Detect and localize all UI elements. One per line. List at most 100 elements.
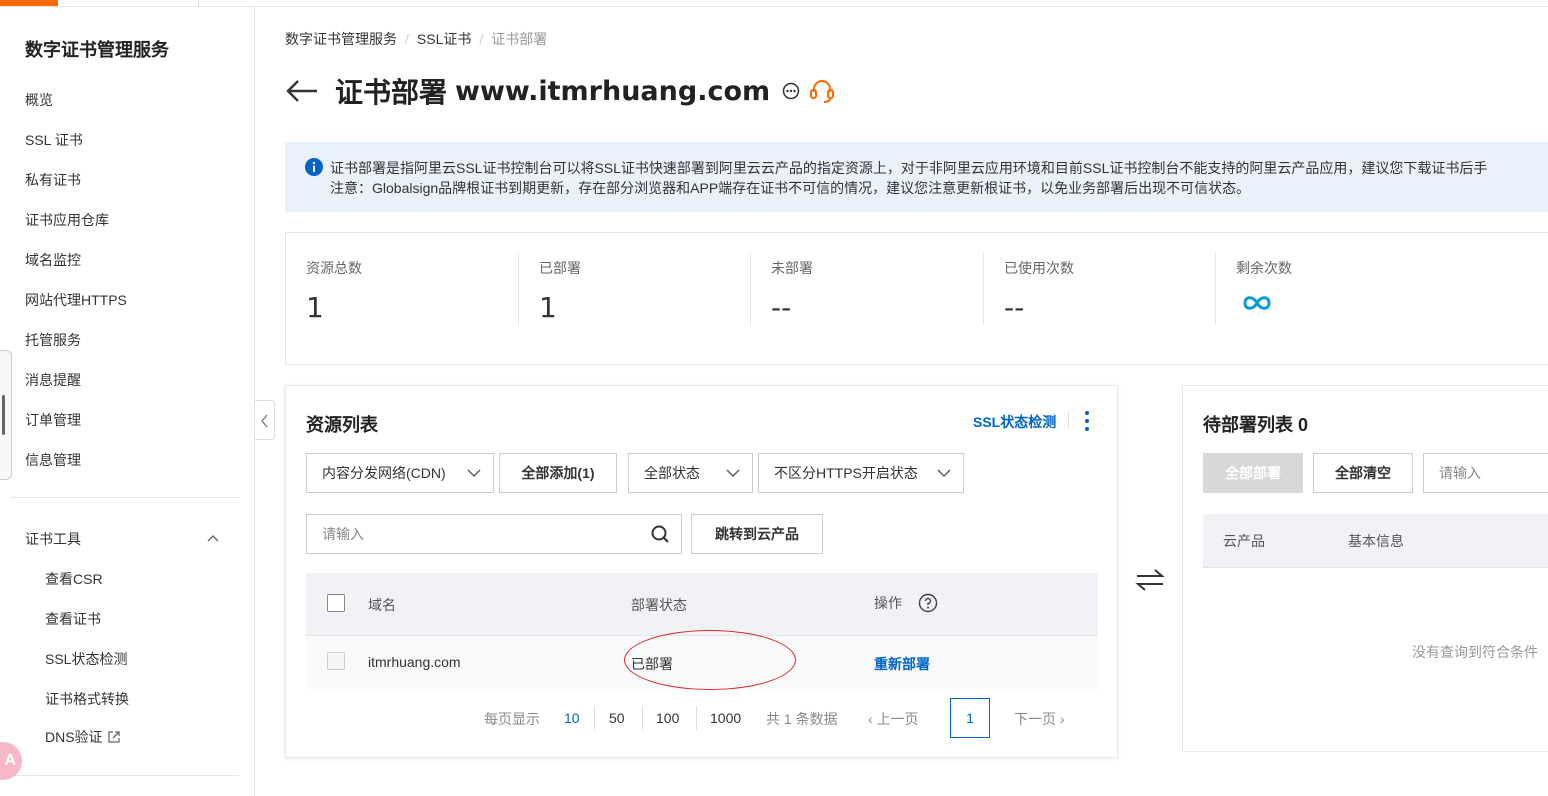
product-select[interactable]: 内容分发网络(CDN)	[306, 453, 494, 493]
sidebar-scroll-handle[interactable]	[0, 350, 12, 480]
pending-table-header: 云产品 基本信息	[1203, 514, 1548, 568]
search-icon	[651, 525, 669, 543]
sidebar-item-ssl-check[interactable]: SSL状态检测	[45, 649, 127, 669]
sidebar: 数字证书管理服务 概览 SSL 证书 私有证书 证书应用仓库 域名监控 网站代理…	[0, 7, 255, 796]
chevron-down-icon	[726, 469, 740, 477]
ssl-check-link[interactable]: SSL状态检测	[973, 412, 1056, 432]
breadcrumb: 数字证书管理服务 / SSL证书 / 证书部署	[285, 29, 547, 49]
topbar-divider	[198, 0, 199, 7]
breadcrumb-item[interactable]: 数字证书管理服务	[285, 29, 397, 49]
sidebar-collapse-button[interactable]	[255, 400, 275, 440]
infinity-icon	[1243, 296, 1271, 310]
chevron-down-icon	[467, 469, 481, 477]
page-size-option[interactable]: 10	[564, 710, 580, 726]
breadcrumb-current: 证书部署	[491, 31, 548, 47]
stat-divider	[1215, 253, 1216, 325]
sidebar-title: 数字证书管理服务	[25, 40, 169, 60]
product-select-value: 内容分发网络(CDN)	[322, 465, 446, 481]
chevron-left-icon: ‹	[868, 711, 877, 727]
row-domain: itmrhuang.com	[368, 654, 461, 670]
column-header-product: 云产品	[1223, 533, 1265, 549]
sidebar-item-proxy-https[interactable]: 网站代理HTTPS	[25, 290, 127, 310]
annotation-circle	[624, 630, 796, 690]
sidebar-item-notifications[interactable]: 消息提醒	[25, 370, 81, 390]
stat-value: --	[771, 291, 792, 324]
page-title-domain: www.itmrhuang.com	[455, 75, 771, 107]
clear-all-button[interactable]: 全部清空	[1313, 453, 1413, 493]
sidebar-item-cert-repo[interactable]: 证书应用仓库	[25, 210, 109, 230]
page-size-option[interactable]: 50	[609, 710, 625, 726]
external-link-icon	[107, 731, 120, 743]
deploy-all-button[interactable]: 全部部署	[1203, 453, 1303, 493]
redeploy-link[interactable]: 重新部署	[874, 654, 930, 674]
column-header-domain: 域名	[368, 597, 396, 613]
kebab-menu-icon[interactable]	[1082, 408, 1092, 434]
stat-divider	[750, 253, 751, 325]
notice-line: 注意：Globalsign品牌根证书到期更新，存在部分浏览器和APP端存在证书不…	[330, 180, 1251, 196]
select-all-checkbox[interactable]	[327, 594, 345, 612]
add-all-button[interactable]: 全部添加(1)	[499, 453, 617, 493]
next-page-button[interactable]: 下一页 ›	[1014, 709, 1065, 729]
row-checkbox[interactable]	[327, 652, 345, 670]
back-arrow-icon[interactable]	[285, 79, 319, 103]
search-button[interactable]	[640, 514, 682, 554]
sidebar-item-overview[interactable]: 概览	[25, 90, 53, 110]
stat-label: 未部署	[771, 260, 813, 276]
total-count: 共 1 条数据	[766, 711, 838, 727]
breadcrumb-separator: /	[405, 31, 409, 47]
pending-search-input[interactable]: 请输入	[1423, 453, 1548, 493]
status-select-value: 全部状态	[644, 465, 700, 481]
jump-to-product-button[interactable]: 跳转到云产品	[691, 514, 823, 554]
stat-value: 1	[306, 291, 324, 324]
sidebar-item-ssl-cert[interactable]: SSL 证书	[25, 130, 83, 150]
https-status-select[interactable]: 不区分HTTPS开启状态	[758, 453, 964, 493]
prev-page-button[interactable]: ‹ 上一页	[868, 709, 919, 729]
page-header: 证书部署 www.itmrhuang.com	[285, 70, 836, 112]
sidebar-item-info[interactable]: 信息管理	[25, 450, 81, 470]
empty-state-text: 没有查询到符合条件	[1412, 644, 1538, 660]
status-select[interactable]: 全部状态	[628, 453, 753, 493]
chevron-left-icon	[261, 414, 268, 428]
chevron-right-icon: ›	[1056, 711, 1065, 727]
sidebar-item-private-cert[interactable]: 私有证书	[25, 170, 81, 190]
brand-accent	[0, 0, 58, 6]
prev-page-label: 上一页	[876, 711, 919, 727]
sidebar-item-dns-verify[interactable]: DNS验证	[45, 727, 121, 747]
current-page[interactable]: 1	[950, 698, 990, 738]
sidebar-item-hosting[interactable]: 托管服务	[25, 330, 81, 350]
help-icon[interactable]	[918, 593, 938, 613]
stat-label: 剩余次数	[1236, 260, 1292, 276]
swap-arrows-icon	[1135, 569, 1165, 591]
resource-search-input[interactable]: 请输入	[306, 514, 641, 554]
chevron-up-icon[interactable]	[207, 532, 219, 544]
breadcrumb-item[interactable]: SSL证书	[417, 29, 471, 49]
info-icon	[305, 158, 323, 176]
info-notice: 证书部署是指阿里云SSL证书控制台可以将SSL证书快速部署到阿里云云产品的指定资…	[285, 142, 1548, 212]
resource-list-title: 资源列表	[306, 415, 378, 435]
sidebar-item-orders[interactable]: 订单管理	[25, 410, 81, 430]
column-header-basic-info: 基本信息	[1348, 533, 1404, 549]
top-navbar	[0, 0, 1548, 7]
page-size-divider	[642, 706, 643, 730]
pagination: 每页显示 10 50 100 1000 共 1 条数据 ‹ 上一页 1 下一页 …	[286, 698, 1119, 738]
page-size-option[interactable]: 100	[656, 710, 679, 726]
resource-list-card: 资源列表 SSL状态检测 内容分发网络(CDN) 全部添加(1) 全部状态 不区…	[285, 385, 1118, 758]
column-header-status: 部署状态	[631, 597, 687, 613]
sidebar-item-domain-monitor[interactable]: 域名监控	[25, 250, 81, 270]
pending-list-card: 待部署列表 0 全部部署 全部清空 请输入 云产品 基本信息 没有查询到符合条件	[1182, 385, 1548, 752]
stat-divider	[983, 253, 984, 325]
sidebar-group-cert-tools[interactable]: 证书工具	[25, 529, 81, 549]
sidebar-item-view-cert[interactable]: 查看证书	[45, 609, 101, 629]
sidebar-item-format-convert[interactable]: 证书格式转换	[45, 689, 129, 709]
column-header-action: 操作	[874, 595, 902, 611]
sidebar-divider-bottom	[10, 775, 239, 776]
page-title: 证书部署	[335, 77, 448, 108]
sidebar-divider	[10, 497, 239, 498]
https-select-value: 不区分HTTPS开启状态	[774, 465, 918, 481]
sidebar-item-view-csr[interactable]: 查看CSR	[45, 569, 103, 589]
support-headset-icon[interactable]	[808, 77, 836, 105]
stat-label: 已部署	[539, 260, 581, 276]
more-options-icon[interactable]	[782, 82, 800, 100]
page-size-option[interactable]: 1000	[710, 710, 741, 726]
chevron-down-icon	[937, 469, 951, 477]
